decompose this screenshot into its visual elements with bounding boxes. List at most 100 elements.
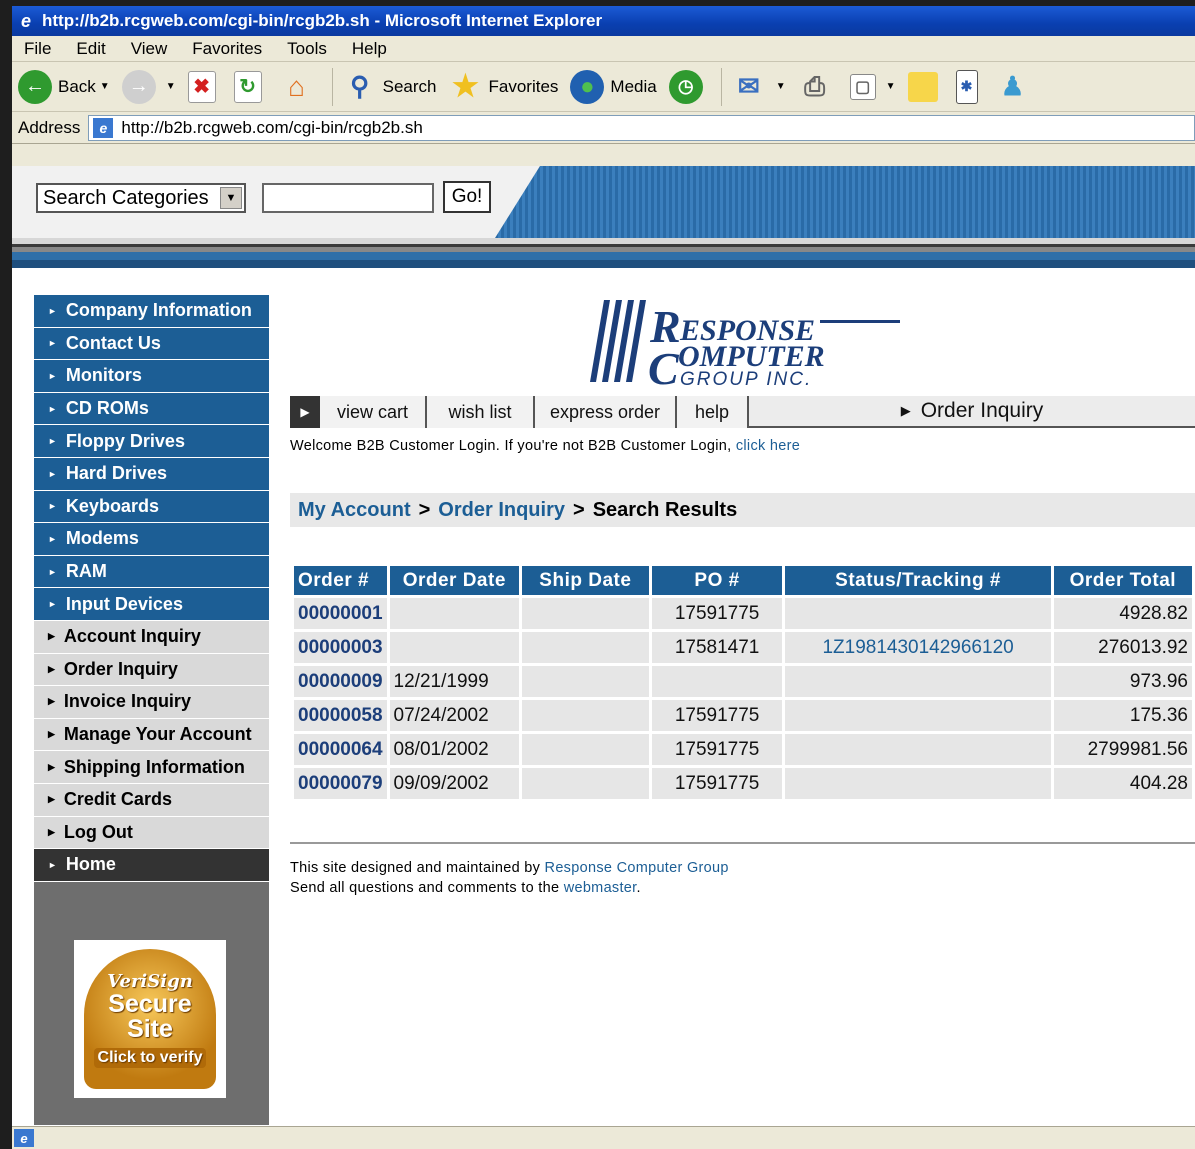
forward-button[interactable]: → ▼ [121,69,176,104]
history-button[interactable]: ◷ [668,69,709,104]
footer-questions: Send all questions and comments to the [290,880,560,896]
table-row: 00000064 08/01/2002 17591775 2799981.56 [294,734,1192,765]
sidebar-item-hard-drives[interactable]: ► Hard Drives [34,457,269,491]
sidebar-item-label: Company Information [65,300,252,321]
arrow-right-icon: ► [48,533,57,544]
sidebar-item-ram[interactable]: ► RAM [34,555,269,589]
tab-help[interactable]: help [677,396,749,428]
sidebar-item-label: Hard Drives [65,463,167,484]
back-arrow-icon: ← [18,69,52,104]
sidebar-item-credit-cards[interactable]: ▶ Credit Cards [34,783,269,817]
po-number-cell: 17581471 [651,632,783,663]
footer: This site designed and maintained by Res… [290,858,729,898]
arrow-right-icon: ► [48,566,57,577]
note-icon [907,71,938,102]
order-link[interactable]: 00000001 [298,603,383,624]
stop-button[interactable]: ✖ [187,70,222,103]
search-category-select[interactable]: Search Categories ▼ [36,183,246,213]
back-dropdown-icon[interactable]: ▼ [100,81,110,92]
discuss-button[interactable] [907,71,944,102]
sidebar-item-modems[interactable]: ► Modems [34,523,269,556]
menu-favorites[interactable]: Favorites [180,39,275,59]
sidebar-item-home[interactable]: ► Home [34,849,269,882]
device-icon: ✱ [955,69,978,104]
ie-logo-icon: e [20,10,31,31]
sidebar-item-label: Log Out [63,821,133,842]
tab-wish-list[interactable]: wish list [427,396,535,428]
sidebar-item-keyboards[interactable]: ► Keyboards [34,490,269,524]
sidebar-item-monitors[interactable]: ► Monitors [34,360,269,393]
address-field[interactable]: e http://b2b.rcgweb.com/cgi-bin/rcgb2b.s… [88,114,1195,141]
menu-view[interactable]: View [119,39,181,59]
back-button[interactable]: ← Back ▼ [18,69,110,104]
mail-dropdown-icon[interactable]: ▼ [776,81,786,92]
mail-icon: ✉ [737,71,760,101]
order-link[interactable]: 00000009 [298,671,383,692]
refresh-button[interactable]: ↻ [233,70,268,103]
sidebar-item-label: Order Inquiry [63,658,178,679]
menu-edit[interactable]: Edit [64,39,118,59]
research-button[interactable]: ✱ [955,69,984,104]
verisign-seal[interactable]: VeriSign Secure Site Click to verify [74,940,226,1098]
search-button[interactable]: ⚲ Search [343,70,436,104]
forward-dropdown-icon[interactable]: ▼ [166,81,176,92]
webmaster-link[interactable]: webmaster [564,880,637,896]
toolbar: ← Back ▼ → ▼ ✖ ↻ ⌂ ⚲ Search ★ Favorites … [12,62,1195,112]
ship-date-cell [522,598,649,629]
welcome-message: Welcome B2B Customer Login. If you're no… [290,438,800,454]
home-icon: ⌂ [288,70,306,102]
print-button[interactable]: ⎙ [798,70,838,104]
sidebar-item-label: Modems [65,528,139,549]
sidebar-item-shipping-information[interactable]: ▶ Shipping Information [34,751,269,784]
tracking-number-cell[interactable]: 1Z1981430142966120 [785,632,1051,663]
sidebar-item-input-devices[interactable]: ► Input Devices [34,588,269,621]
sidebar-item-log-out[interactable]: ▶ Log Out [34,816,269,850]
order-link[interactable]: 00000079 [298,773,383,794]
mail-button[interactable]: ✉ ▼ [732,70,786,104]
chevron-down-icon[interactable]: ▼ [220,187,242,209]
column-header-order-total[interactable]: Order Total [1053,566,1192,595]
menu-help[interactable]: Help [340,39,400,59]
tab-view-cart[interactable]: view cart [320,396,427,428]
messenger-button[interactable]: ♟ [996,70,1036,104]
sidebar-item-floppy-drives[interactable]: ► Floppy Drives [34,425,269,458]
ship-date-cell [522,632,649,663]
column-header-ship-date[interactable]: Ship Date [522,566,649,595]
column-header-order-date[interactable]: Order Date [389,566,520,595]
order-link[interactable]: 00000003 [298,637,383,658]
ship-date-cell [522,666,649,697]
sidebar-item-manage-your-account[interactable]: ▶ Manage Your Account [34,718,269,752]
column-header-po-number[interactable]: PO # [651,566,783,595]
search-category-value: Search Categories [43,186,209,209]
breadcrumb-my-account[interactable]: My Account [298,499,411,522]
order-link[interactable]: 00000058 [298,705,383,726]
address-label: Address [18,117,81,137]
arrow-right-icon: ► [48,370,57,381]
menu-file[interactable]: File [12,39,64,59]
sidebar-item-account-inquiry[interactable]: ▶ Account Inquiry [34,620,269,654]
logo-initial-c: C [648,343,680,390]
edit-dropdown-icon[interactable]: ▼ [886,81,896,92]
click-here-link[interactable]: click here [736,438,800,454]
column-header-order-number[interactable]: Order # [294,566,387,595]
arrow-right-icon: ► [48,468,57,479]
edit-button[interactable]: ▢ ▼ [849,73,896,100]
sidebar-item-cd-roms[interactable]: ► CD ROMs [34,392,269,426]
site-search-input[interactable] [262,183,434,213]
go-button[interactable]: Go! [443,181,491,213]
sidebar-item-company-information[interactable]: ► Company Information [34,295,269,328]
sidebar-item-invoice-inquiry[interactable]: ▶ Invoice Inquiry [34,686,269,719]
breadcrumb-order-inquiry[interactable]: Order Inquiry [438,499,565,522]
order-total-cell: 4928.82 [1053,598,1192,629]
sidebar-item-order-inquiry[interactable]: ▶ Order Inquiry [34,653,269,687]
response-computer-group-link[interactable]: Response Computer Group [545,860,729,876]
sidebar-item-contact-us[interactable]: ► Contact Us [34,327,269,361]
menu-tools[interactable]: Tools [275,39,340,59]
column-header-status-tracking[interactable]: Status/Tracking # [785,566,1051,595]
tab-express-order[interactable]: express order [535,396,677,428]
media-button[interactable]: ● Media [570,69,657,104]
favorites-button[interactable]: ★ Favorites [448,70,558,104]
printer-icon: ⎙ [804,70,826,101]
home-button[interactable]: ⌂ [280,70,320,104]
order-link[interactable]: 00000064 [298,739,383,760]
